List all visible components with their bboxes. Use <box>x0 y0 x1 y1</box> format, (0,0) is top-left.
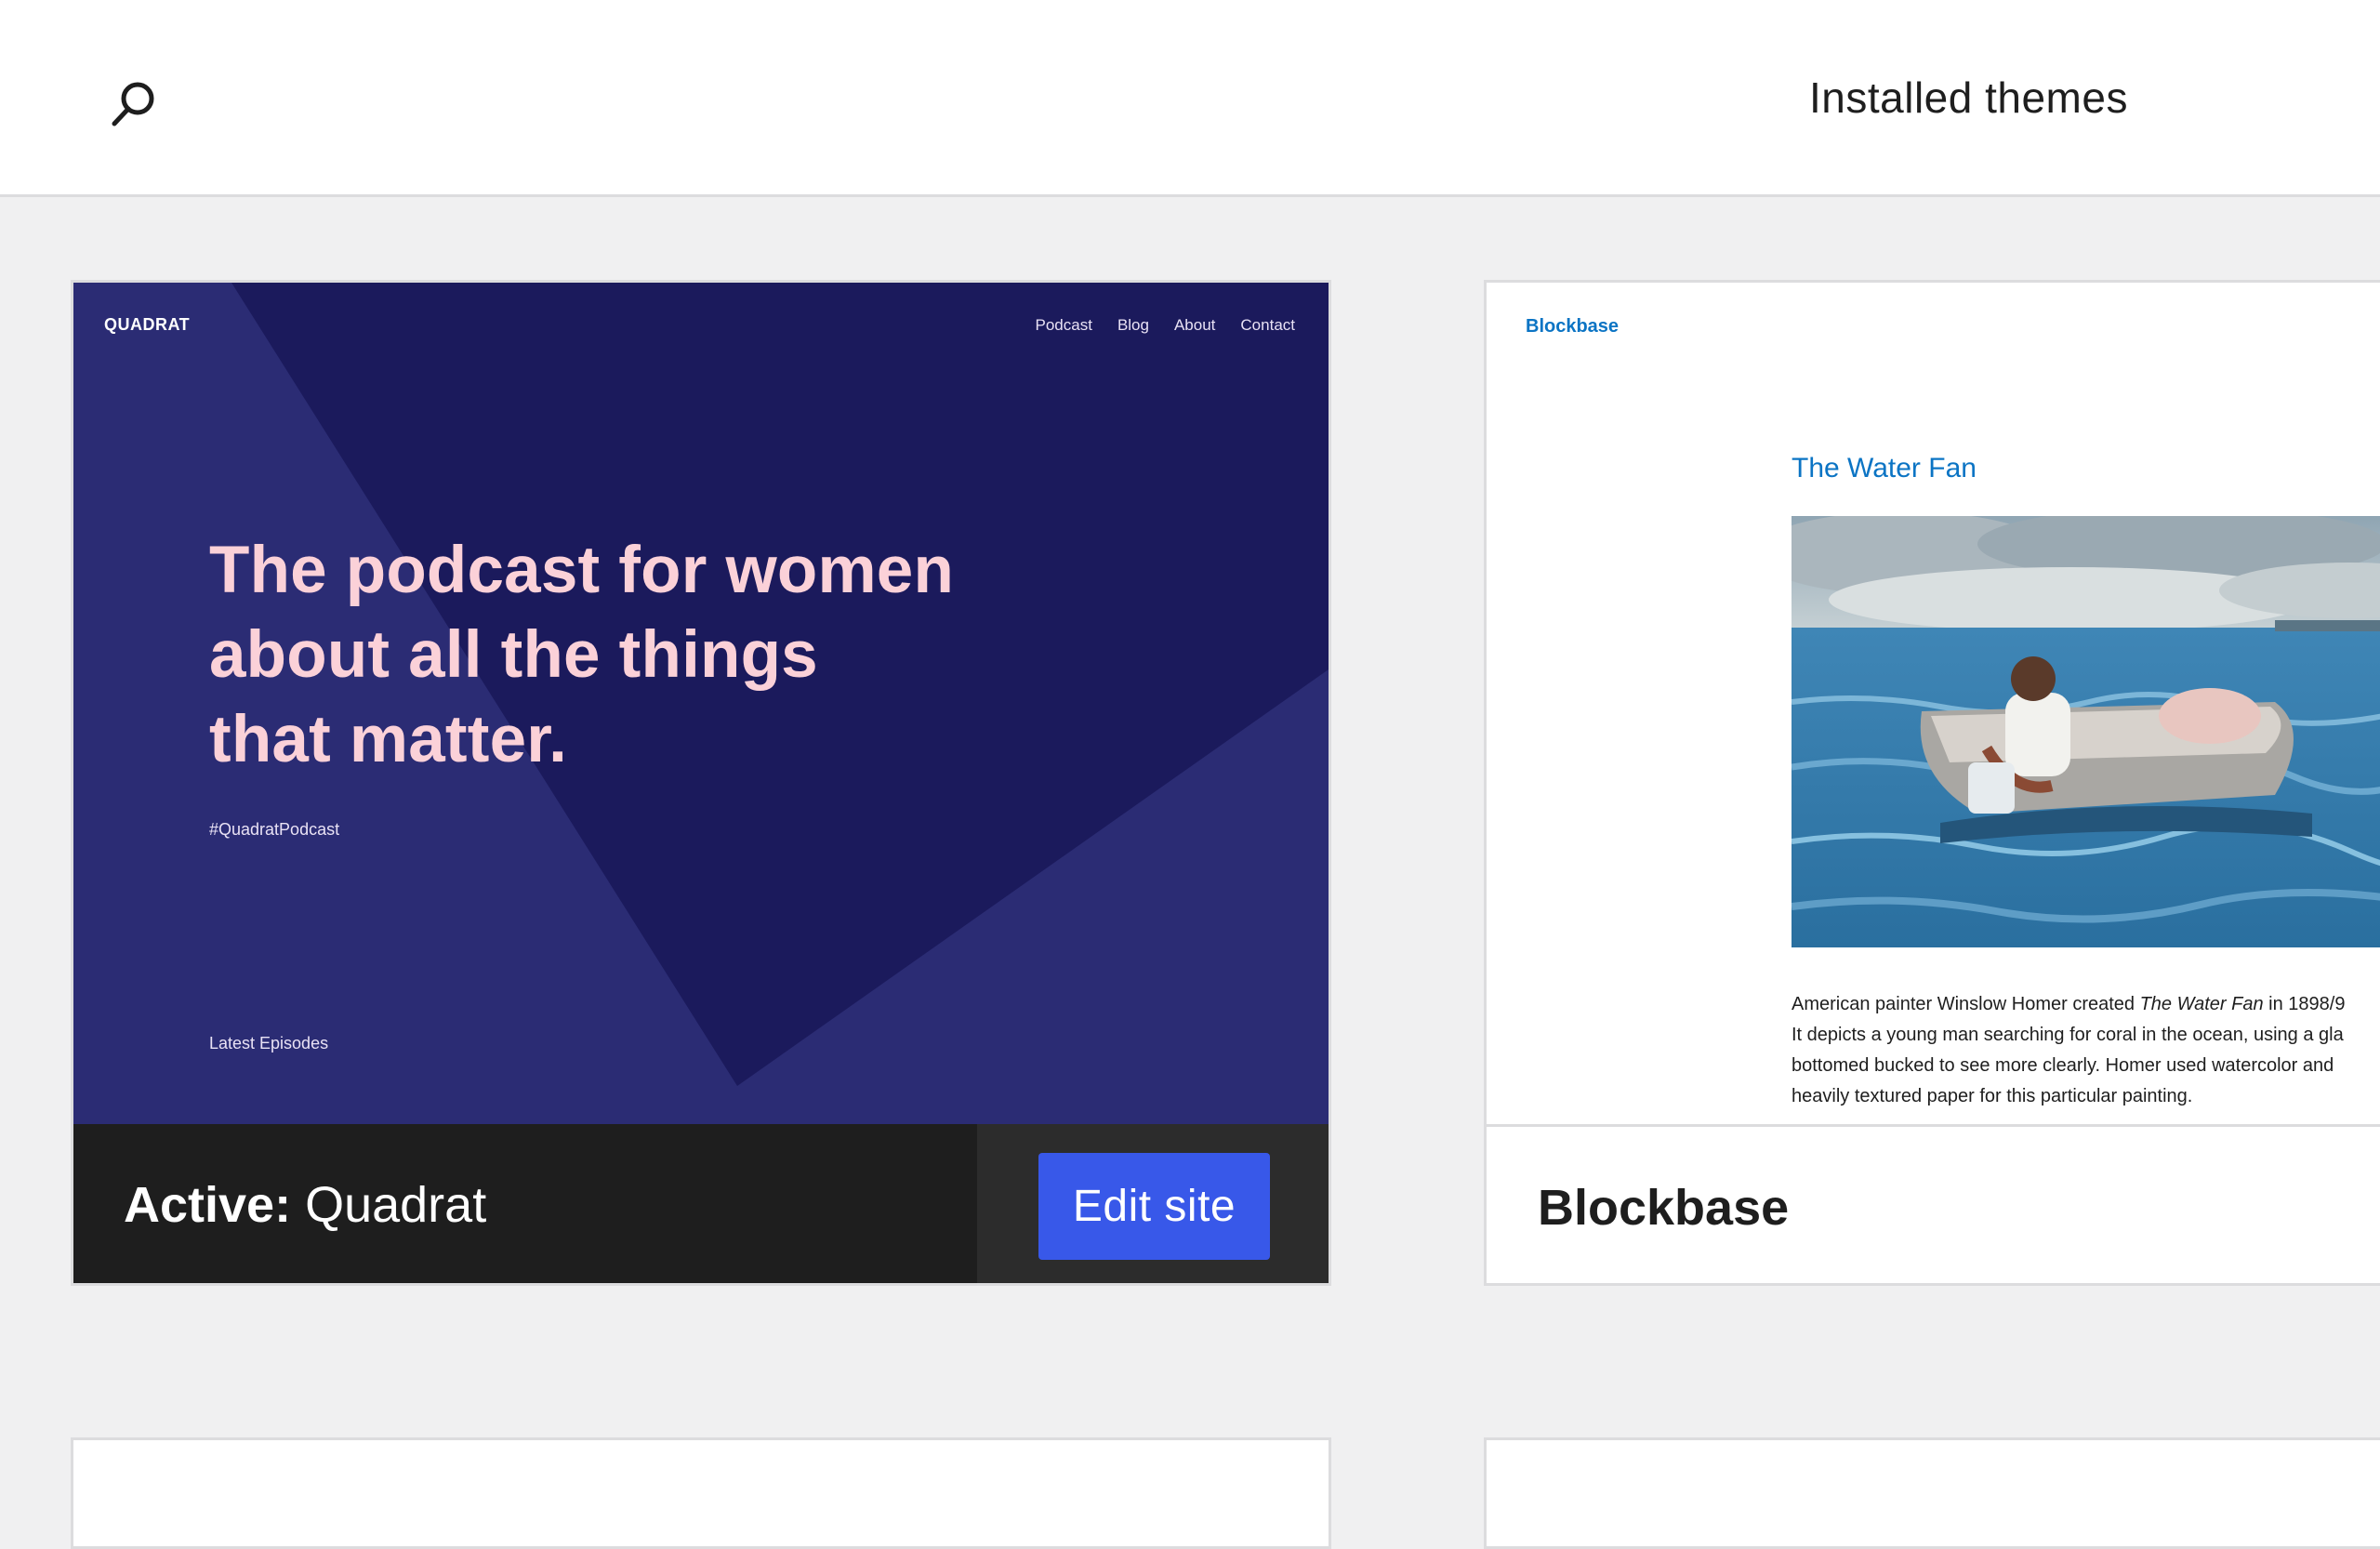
theme-card-next-row[interactable] <box>71 1437 1331 1549</box>
search-icon <box>112 82 154 126</box>
preview-nav-item: Podcast <box>1035 316 1092 334</box>
preview-painting-image <box>1792 516 2380 947</box>
theme-name: Blockbase <box>1538 1180 1790 1236</box>
preview-post-title: The Water Fan <box>1792 453 1977 483</box>
theme-card-quadrat[interactable]: QUADRAT Podcast Blog About Contact The p… <box>71 280 1331 1286</box>
paragraph-text: in 1898/9 <box>2263 994 2346 1014</box>
search-button[interactable] <box>97 67 171 141</box>
paragraph-line: heavily textured paper for this particul… <box>1792 1086 2193 1106</box>
hero-line: about all the things <box>209 618 818 692</box>
preview-nav-item: About <box>1173 316 1216 334</box>
top-bar: Installed themes <box>0 0 2380 197</box>
theme-card-footer: Active: Quadrat Edit site <box>73 1124 1329 1283</box>
active-prefix: Active: <box>124 1177 292 1233</box>
edit-site-button[interactable]: Edit site <box>1038 1153 1270 1260</box>
preview-nav: Podcast Blog About Contact <box>1036 316 1296 335</box>
preview-site-title: Blockbase <box>1526 316 1620 337</box>
preview-nav-item: Blog <box>1117 316 1149 334</box>
theme-card-blockbase[interactable]: Blockbase The Water Fan American painter… <box>1484 280 2380 1286</box>
paragraph-line: bottomed bucked to see more clearly. Hom… <box>1792 1055 2334 1076</box>
active-theme-label: Active: Quadrat <box>124 1176 486 1234</box>
paragraph-italic: The Water Fan <box>2139 994 2264 1014</box>
paragraph-text: American painter Winslow Homer created <box>1792 994 2140 1014</box>
paragraph-line: It depicts a young man searching for cor… <box>1792 1025 2344 1045</box>
hero-line: that matter. <box>209 703 568 776</box>
preview-hero-heading: The podcast for women about all the thin… <box>209 528 1102 782</box>
theme-card-next-row[interactable] <box>1484 1437 2380 1549</box>
theme-name: Quadrat <box>305 1177 487 1233</box>
preview-site-title: QUADRAT <box>104 315 191 334</box>
preview-nav-item: Contact <box>1240 316 1295 334</box>
paragraph-line: American painter Winslow Homer created T… <box>1792 989 2380 1020</box>
preview-hashtag: #QuadratPodcast <box>209 820 340 839</box>
theme-preview-blockbase[interactable]: Blockbase The Water Fan American painter… <box>1487 283 2380 1124</box>
theme-card-footer: Blockbase <box>1487 1124 2380 1283</box>
page-title: Installed themes <box>1809 73 2128 122</box>
preview-section-label: Latest Episodes <box>209 1034 329 1053</box>
hero-line: The podcast for women <box>209 534 955 607</box>
preview-paragraph: American painter Winslow Homer created T… <box>1792 989 2380 1112</box>
theme-preview-quadrat[interactable]: QUADRAT Podcast Blog About Contact The p… <box>73 283 1329 1124</box>
